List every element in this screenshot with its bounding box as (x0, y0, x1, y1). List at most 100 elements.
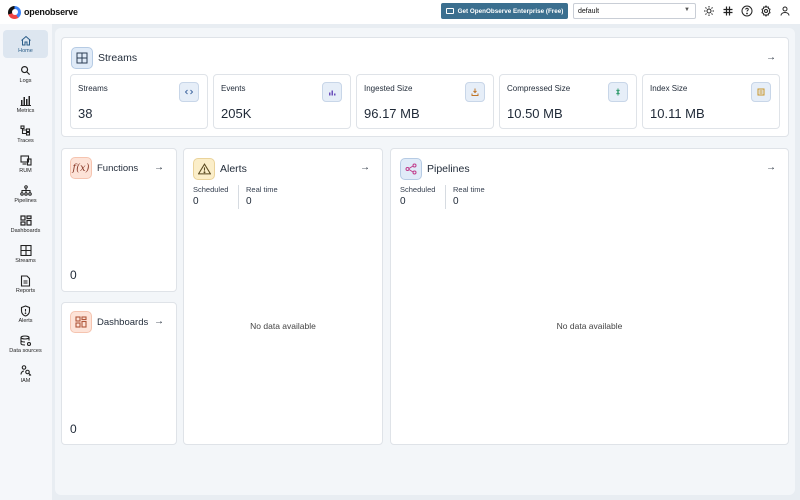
logo-text: openobserve (24, 7, 78, 17)
sidebar-item-label: Logs (19, 77, 32, 84)
ingest-icon (465, 82, 485, 102)
alerts-empty-state: No data available (250, 321, 316, 331)
pipelines-icon (19, 185, 33, 197)
divider (445, 185, 446, 209)
sidebar-item-data-sources[interactable]: Data sources (3, 330, 48, 358)
help-icon[interactable] (740, 4, 754, 18)
alerts-realtime-value: 0 (246, 196, 252, 207)
home-icon (19, 35, 33, 47)
alerts-realtime-label: Real time (246, 185, 278, 194)
search-icon (19, 65, 33, 77)
dashboards-arrow-icon[interactable]: → (154, 316, 164, 327)
streams-arrow-icon[interactable]: → (766, 52, 776, 63)
bar-chart-icon (19, 95, 33, 107)
stat-label: Ingested Size (364, 84, 413, 93)
alerts-scheduled-value: 0 (193, 196, 199, 207)
logo-mark-icon (8, 5, 21, 19)
stat-card-streams[interactable]: Streams 38 (70, 74, 208, 129)
sidebar: Home Logs Metrics Traces RUM Pipelines D… (0, 24, 52, 500)
sidebar-item-label: Dashboards (10, 227, 41, 234)
stat-card-compressed-size[interactable]: Compressed Size 10.50 MB (499, 74, 637, 129)
pipelines-empty-state: No data available (556, 321, 623, 331)
pipelines-arrow-icon[interactable]: → (766, 162, 776, 173)
sidebar-item-iam[interactable]: IAM (3, 360, 48, 388)
code-icon (179, 82, 199, 102)
stat-value: 10.11 MB (650, 106, 705, 121)
alerts-scheduled-label: Scheduled (193, 185, 229, 194)
stat-card-index-size[interactable]: Index Size 10.11 MB (642, 74, 780, 129)
stat-value: 205K (221, 106, 252, 121)
organization-select[interactable]: default ▼ (573, 3, 696, 19)
enterprise-label: Get OpenObserve Enterprise (Free) (457, 7, 564, 15)
iam-icon (19, 365, 33, 377)
functions-title: Functions (97, 163, 139, 174)
get-enterprise-button[interactable]: Get OpenObserve Enterprise (Free) (441, 3, 568, 19)
dashboards-icon (19, 215, 33, 227)
sidebar-item-label: Pipelines (14, 197, 37, 204)
sidebar-item-rum[interactable]: RUM (3, 150, 48, 178)
stat-label: Events (221, 84, 246, 93)
sidebar-item-metrics[interactable]: Metrics (3, 90, 48, 118)
stat-label: Compressed Size (507, 84, 571, 93)
sidebar-item-label: IAM (20, 377, 31, 384)
stat-label: Streams (78, 84, 108, 93)
divider (238, 185, 239, 209)
alerts-icon (19, 304, 33, 317)
dashboards-card: Dashboards → 0 (61, 302, 177, 445)
sidebar-item-alerts[interactable]: Alerts (3, 300, 48, 328)
pipelines-realtime-label: Real time (453, 185, 485, 194)
pipelines-icon (400, 158, 422, 180)
stat-value: 38 (78, 106, 93, 121)
slack-icon[interactable] (721, 4, 735, 18)
user-avatar-icon[interactable] (778, 4, 792, 18)
functions-arrow-icon[interactable]: → (154, 162, 164, 173)
stat-card-ingested-size[interactable]: Ingested Size 96.17 MB (356, 74, 494, 129)
dashboards-icon (70, 311, 92, 333)
reports-icon (19, 274, 33, 287)
sidebar-item-label: Metrics (16, 107, 35, 114)
function-icon: f(x) (70, 157, 92, 179)
sidebar-item-label: Reports (15, 287, 36, 294)
stat-card-events[interactable]: Events 205K (213, 74, 351, 129)
pipelines-title: Pipelines (427, 163, 470, 175)
compress-icon (608, 82, 628, 102)
data-sources-icon (19, 334, 33, 347)
dashboards-count: 0 (70, 422, 77, 436)
warning-icon (193, 158, 215, 180)
functions-card: f(x) Functions → 0 (61, 148, 177, 292)
pipelines-scheduled-value: 0 (400, 196, 406, 207)
streams-icon (19, 245, 33, 257)
sidebar-item-traces[interactable]: Traces (3, 120, 48, 148)
logo[interactable]: openobserve (8, 5, 78, 19)
stat-value: 10.50 MB (507, 106, 563, 121)
functions-count: 0 (70, 268, 77, 282)
sidebar-item-dashboards[interactable]: Dashboards (3, 210, 48, 238)
top-header: openobserve Get OpenObserve Enterprise (… (0, 0, 800, 24)
streams-icon (71, 47, 93, 69)
dashboards-title: Dashboards (97, 317, 149, 328)
pipelines-realtime-value: 0 (453, 196, 459, 207)
sidebar-item-reports[interactable]: Reports (3, 270, 48, 298)
settings-gear-icon[interactable] (759, 4, 773, 18)
sidebar-item-streams[interactable]: Streams (3, 240, 48, 268)
sidebar-item-label: Traces (17, 137, 34, 144)
rum-icon (19, 155, 33, 167)
alerts-card: Alerts → Scheduled 0 Real time 0 No data… (183, 148, 383, 445)
chevron-down-icon: ▼ (684, 7, 690, 13)
stat-label: Index Size (650, 84, 688, 93)
sidebar-item-label: Alerts (18, 317, 33, 324)
sidebar-item-home[interactable]: Home (3, 30, 48, 58)
sidebar-item-logs[interactable]: Logs (3, 60, 48, 88)
alerts-arrow-icon[interactable]: → (360, 162, 370, 173)
index-icon (751, 82, 771, 102)
chart-icon (322, 82, 342, 102)
traces-icon (19, 125, 33, 137)
pipelines-scheduled-label: Scheduled (400, 185, 436, 194)
sidebar-item-pipelines[interactable]: Pipelines (3, 180, 48, 208)
alerts-title: Alerts (220, 163, 247, 175)
streams-section-title: Streams (98, 52, 138, 64)
enterprise-icon (445, 8, 454, 14)
pipelines-card: Pipelines → Scheduled 0 Real time 0 No d… (390, 148, 789, 445)
theme-toggle-icon[interactable] (702, 4, 716, 18)
sidebar-item-label: RUM (19, 167, 32, 174)
